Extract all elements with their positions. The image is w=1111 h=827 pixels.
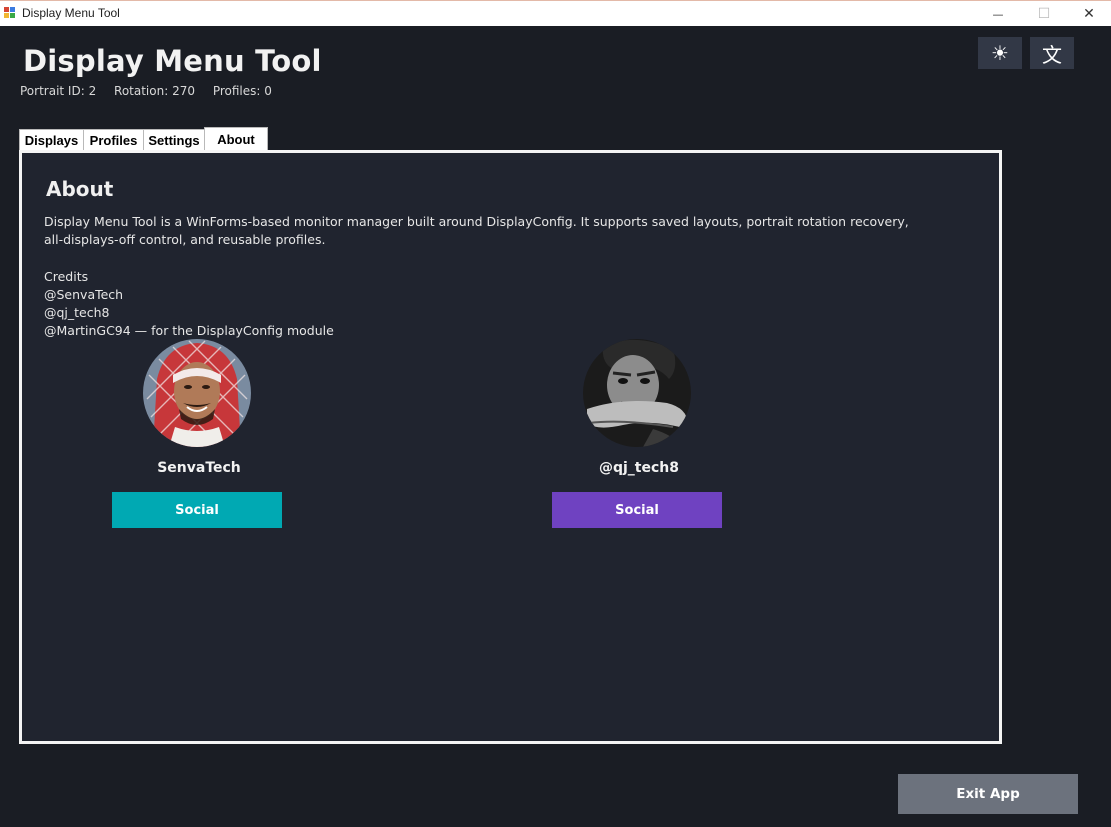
rotation-label: Rotation: 270 [114, 84, 195, 96]
app-icon [4, 7, 16, 19]
maximize-button[interactable]: ☐ [1021, 1, 1067, 27]
tab-settings[interactable]: Settings [143, 129, 205, 151]
credits-block: Credits @SenvaTech @qj_tech8 @MartinGC94… [44, 268, 334, 340]
about-panel: About Display Menu Tool is a WinForms-ba… [19, 150, 1002, 744]
credits-title: Credits [44, 269, 89, 284]
social-button-qj-tech8[interactable]: Social [552, 492, 722, 528]
close-icon: ✕ [1083, 6, 1095, 22]
social-button-senvatech[interactable]: Social [112, 492, 282, 528]
window-title: Display Menu Tool [22, 6, 120, 20]
minimize-icon: — [992, 7, 1004, 21]
language-button[interactable]: 文 [1030, 37, 1074, 69]
theme-toggle-button[interactable]: ☀ [978, 37, 1022, 69]
about-description: Display Menu Tool is a WinForms-based mo… [44, 214, 909, 247]
status-line: Portrait ID: 2 Rotation: 270 Profiles: 0 [20, 84, 286, 96]
credit-item: @SenvaTech [44, 287, 124, 302]
window-titlebar: Display Menu Tool — ☐ ✕ [0, 0, 1111, 26]
exit-app-button[interactable]: Exit App [898, 774, 1078, 814]
maximize-icon: ☐ [1037, 6, 1051, 22]
tab-profiles[interactable]: Profiles [83, 129, 144, 151]
profiles-count-label: Profiles: 0 [212, 84, 272, 96]
language-icon: 文 [1042, 42, 1062, 67]
app-title: Display Menu Tool [23, 44, 322, 78]
tab-displays[interactable]: Displays [19, 129, 84, 151]
avatar-qj-tech8 [583, 339, 691, 447]
sun-icon: ☀ [991, 41, 1009, 65]
credit-item: @qj_tech8 [44, 305, 110, 320]
minimize-button[interactable]: — [975, 1, 1021, 27]
about-heading: About [46, 177, 114, 201]
person-name-senvatech: SenvaTech [157, 460, 241, 476]
credit-item: @MartinGC94 — for the DisplayConfig modu… [44, 323, 334, 338]
portrait-id-label: Portrait ID: 2 [20, 84, 97, 96]
close-button[interactable]: ✕ [1066, 1, 1111, 27]
avatar-senvatech [143, 339, 251, 447]
person-name-qj-tech8: @qj_tech8 [598, 460, 679, 476]
tab-about[interactable]: About [204, 127, 268, 151]
